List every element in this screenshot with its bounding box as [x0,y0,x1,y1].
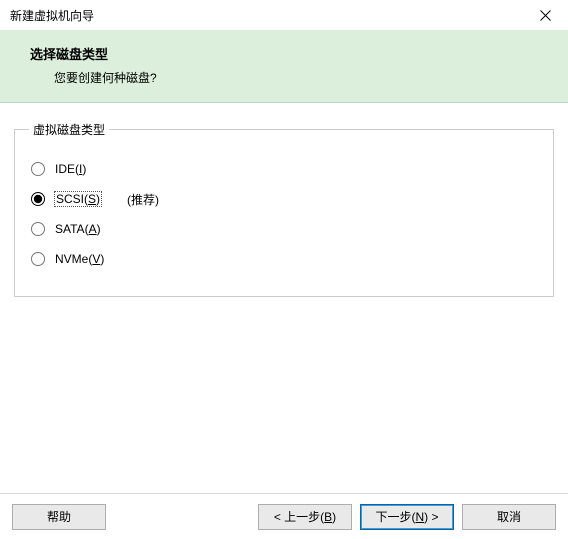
back-button[interactable]: < 上一步(B) [258,504,352,530]
cancel-button[interactable]: 取消 [462,504,556,530]
window-title: 新建虚拟机向导 [10,7,523,24]
radio-sata[interactable] [31,222,45,236]
wizard-content: 虚拟磁盘类型 IDE(I) SCSI(S) (推荐) SATA(A) NVMe(… [0,103,568,297]
close-button[interactable] [523,0,568,30]
option-ide-label[interactable]: IDE(I) [55,162,86,176]
next-button[interactable]: 下一步(N) > [360,504,454,530]
radio-ide[interactable] [31,162,45,176]
disk-type-group: 虚拟磁盘类型 IDE(I) SCSI(S) (推荐) SATA(A) NVMe(… [14,121,554,297]
option-ide[interactable]: IDE(I) [31,158,539,180]
radio-scsi[interactable] [31,192,45,206]
option-nvme-label[interactable]: NVMe(V) [55,252,104,266]
wizard-header: 选择磁盘类型 您要创建何种磁盘? [0,30,568,103]
close-icon [540,10,551,21]
option-nvme[interactable]: NVMe(V) [31,248,539,270]
recommended-label: (推荐) [127,191,159,208]
option-scsi-label[interactable]: SCSI(S) [55,192,101,206]
wizard-footer: 帮助 < 上一步(B) 下一步(N) > 取消 [0,493,568,539]
wizard-heading: 选择磁盘类型 [30,44,548,63]
disk-type-legend: 虚拟磁盘类型 [29,121,109,138]
option-sata[interactable]: SATA(A) [31,218,539,240]
option-scsi[interactable]: SCSI(S) (推荐) [31,188,539,210]
radio-nvme[interactable] [31,252,45,266]
option-sata-label[interactable]: SATA(A) [55,222,101,236]
titlebar: 新建虚拟机向导 [0,0,568,30]
wizard-subheading: 您要创建何种磁盘? [30,69,548,86]
help-button[interactable]: 帮助 [12,504,106,530]
